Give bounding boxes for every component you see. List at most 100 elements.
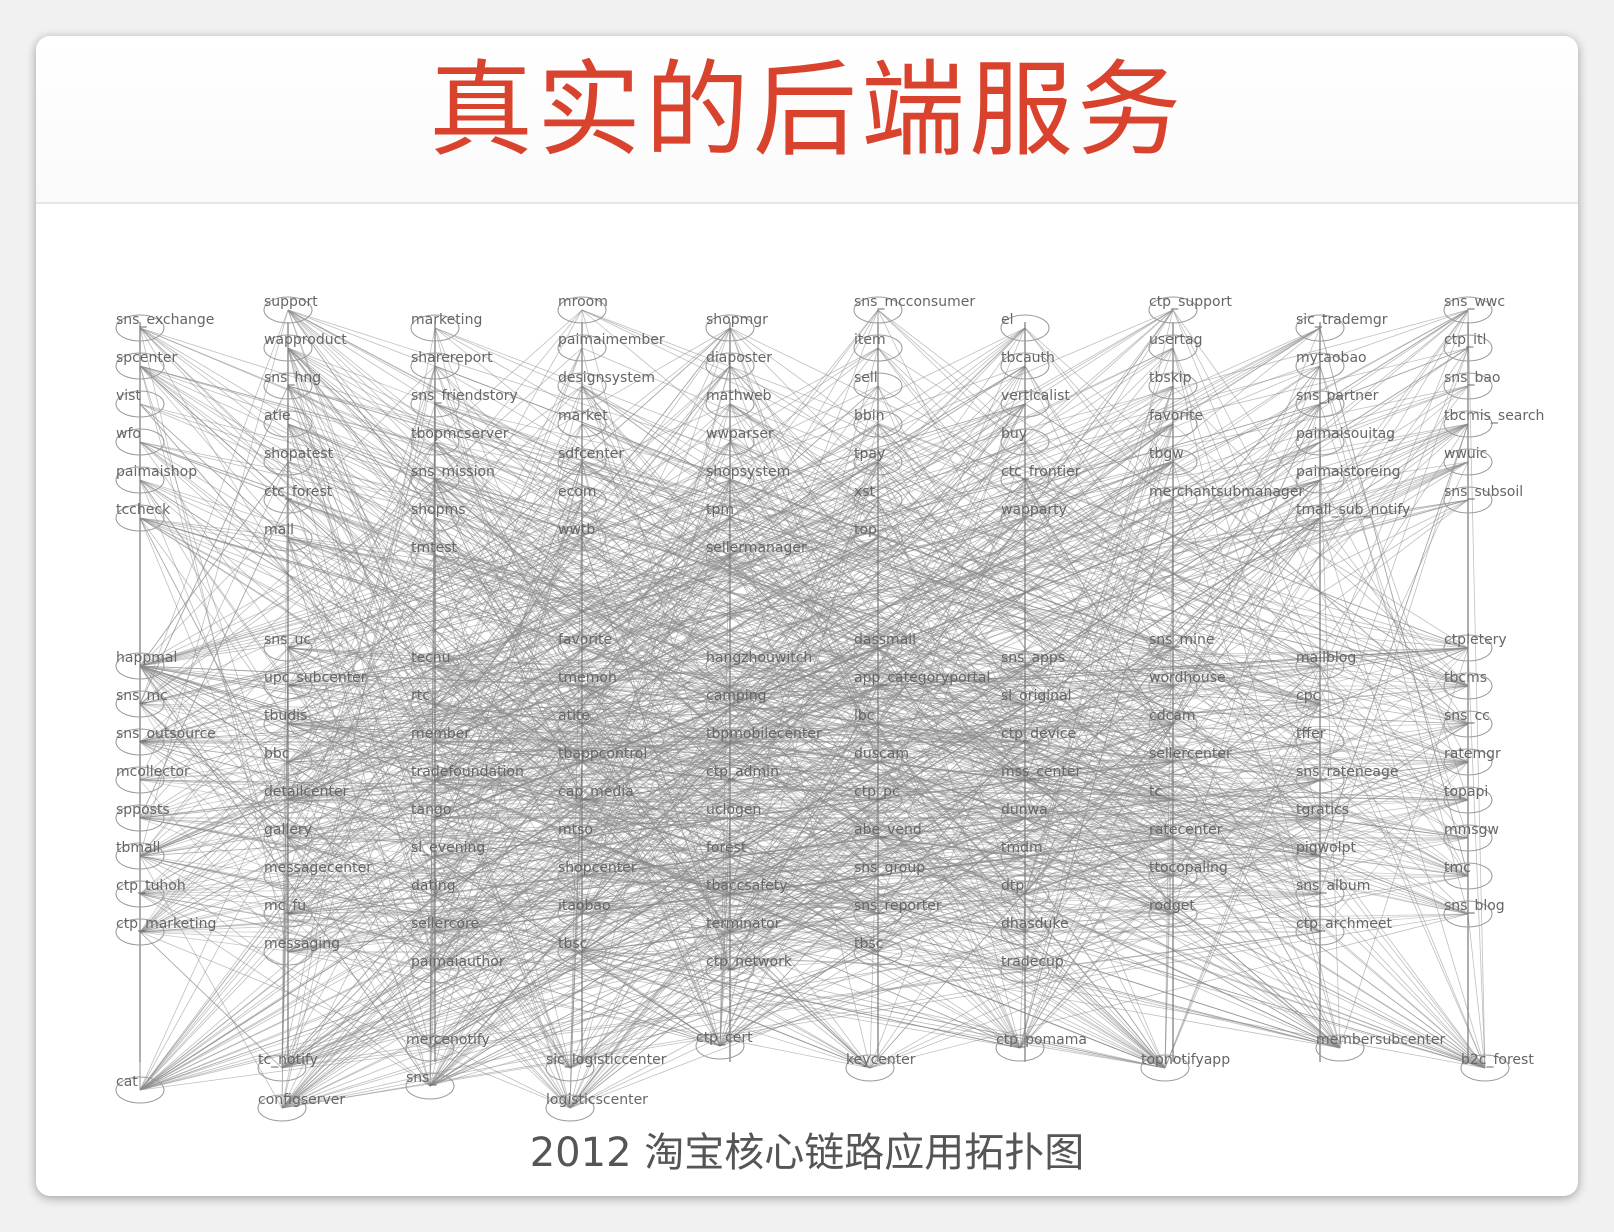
node-label: atie bbox=[264, 408, 291, 424]
node-label: cat bbox=[116, 1074, 138, 1090]
node-marketing: marketing bbox=[410, 312, 482, 342]
edge bbox=[139, 347, 1469, 667]
node-ctc-forest: ctc_forest bbox=[263, 484, 333, 514]
node-label: buy bbox=[1001, 426, 1027, 442]
edge bbox=[1024, 517, 1469, 877]
node-label: tbudis bbox=[264, 708, 307, 724]
node-label: sharereport bbox=[411, 350, 493, 366]
node-label: topapi bbox=[1444, 784, 1488, 800]
node-label: wwuic bbox=[1444, 446, 1487, 462]
node-label: tmall_sub_notify bbox=[1296, 502, 1410, 518]
node-label: pigwolpt bbox=[1296, 840, 1356, 856]
node-label: sic_trademgr bbox=[1296, 312, 1388, 328]
node-label: cap_media bbox=[558, 784, 634, 800]
node-designsystem: designsystem bbox=[557, 370, 655, 400]
node-label: ctp_itl bbox=[1444, 332, 1486, 348]
node-label: xst bbox=[854, 484, 876, 500]
node-label: sns_album bbox=[1296, 878, 1370, 894]
node-label: tbmall bbox=[116, 840, 160, 856]
node-label: ctp_tuhoh bbox=[116, 878, 186, 894]
node-paimaimember: paimaimember bbox=[557, 332, 665, 362]
node-label: support bbox=[264, 294, 318, 310]
node-label: keycenter bbox=[846, 1052, 916, 1068]
node-label: member bbox=[411, 726, 470, 742]
node-label: wapparty bbox=[1001, 502, 1067, 518]
slide-title: 真实的后端服务 bbox=[428, 49, 1185, 171]
node-wapproduct: wapproduct bbox=[263, 332, 347, 362]
node-label: wwtb bbox=[558, 522, 595, 538]
node-tbcauth: tbcauth bbox=[1000, 350, 1055, 380]
node-tbcmis-search: tbcmis_search bbox=[1443, 408, 1544, 438]
node-label: paimaistoreing bbox=[1296, 464, 1401, 480]
node-ctp-support: ctp_support bbox=[1148, 294, 1232, 324]
node-label: item bbox=[854, 332, 886, 348]
node-label: itaobao bbox=[558, 898, 611, 914]
node-label: tbopmcserver bbox=[411, 426, 509, 442]
node-label: sl_evening bbox=[411, 840, 485, 856]
node-tbopmcserver: tbopmcserver bbox=[410, 426, 509, 456]
node-label: configserver bbox=[258, 1092, 345, 1108]
node-sellercenter: sellercenter bbox=[1148, 746, 1232, 776]
node-label: shopcenter bbox=[558, 860, 637, 876]
node-label: tc bbox=[1149, 784, 1162, 800]
node-label: dtp bbox=[1001, 878, 1024, 894]
node-label: happmal bbox=[116, 650, 177, 666]
node-sns-subsoil: sns_subsoil bbox=[1443, 484, 1523, 514]
slide: 真实的后端服务 sns_exchange spcenter vist wfo paima… bbox=[36, 36, 1578, 1196]
node-mcollector: mcollector bbox=[115, 764, 190, 794]
node-label: sns_mission bbox=[411, 464, 495, 480]
node-label: sdfcenter bbox=[558, 446, 624, 462]
node-label: tbsc bbox=[558, 936, 587, 952]
node-mercenotify: mercenotify bbox=[405, 1032, 490, 1062]
node-label: forest bbox=[706, 840, 747, 856]
node-label: merchantsubmanager bbox=[1149, 484, 1304, 500]
node-label: tradecup bbox=[1001, 954, 1064, 970]
node-sns-bao: sns_bao bbox=[1443, 370, 1501, 400]
node-label: messagecenter bbox=[264, 860, 372, 876]
node-ctp-pomama: ctp_pomama bbox=[995, 1032, 1087, 1062]
node-label: verticalist bbox=[1001, 388, 1070, 404]
node-ctp-cert: ctp_cert bbox=[695, 1030, 753, 1060]
node-label: ctpletery bbox=[1444, 632, 1507, 648]
node-label: tffer bbox=[1296, 726, 1326, 742]
node-label: ctp_pomama bbox=[996, 1032, 1087, 1048]
node-label: tmdm bbox=[1001, 840, 1043, 856]
node-label: gallery bbox=[264, 822, 312, 838]
node-label: sl_original bbox=[1001, 688, 1072, 704]
node-label: dhasduke bbox=[1001, 916, 1069, 932]
node-label: bbin bbox=[854, 408, 885, 424]
node-label: wwparser bbox=[706, 426, 774, 442]
node-mroom: mroom bbox=[557, 294, 608, 324]
node-label: sns_friendstory bbox=[411, 388, 518, 404]
node-label: sic_logisticcenter bbox=[546, 1052, 667, 1068]
node-label: mmsgw bbox=[1444, 822, 1499, 838]
topology-diagram: sns_exchange spcenter vist wfo paimaishop tcc… bbox=[66, 242, 1566, 1152]
node-label: tgratics bbox=[1296, 802, 1349, 818]
node-label: dassmall bbox=[854, 632, 916, 648]
slide-header: 真实的后端服务 bbox=[36, 36, 1578, 204]
node-mmsgw: mmsgw bbox=[1443, 822, 1499, 852]
node-label: app_categoryportal bbox=[854, 670, 990, 686]
node-label: tbcauth bbox=[1001, 350, 1055, 366]
node-keycenter: keycenter bbox=[845, 1052, 916, 1082]
node-label: ctc_frontier bbox=[1001, 464, 1081, 480]
node-sharereport: sharereport bbox=[410, 350, 493, 380]
node-label: spposts bbox=[116, 802, 170, 818]
node-label: dunwa bbox=[1001, 802, 1048, 818]
node-label: paimaimember bbox=[558, 332, 665, 348]
node-label: tbcmis_search bbox=[1444, 408, 1544, 424]
node-label: messaging bbox=[264, 936, 340, 952]
node-sns-mcconsumer: sns_mcconsumer bbox=[853, 294, 975, 324]
node-label: sns_mcconsumer bbox=[854, 294, 975, 310]
node-label: dating bbox=[411, 878, 456, 894]
node-label: tpm bbox=[706, 502, 734, 518]
node-label: upc_subcenter bbox=[264, 670, 367, 686]
node-label: ctp_network bbox=[706, 954, 793, 970]
edges-layer bbox=[139, 309, 1486, 1109]
node-label: atite bbox=[558, 708, 590, 724]
node-label: sns_wwc bbox=[1444, 294, 1505, 310]
node-label: spcenter bbox=[116, 350, 177, 366]
node-label: mailblog bbox=[1296, 650, 1356, 666]
node-label: mtso bbox=[558, 822, 593, 838]
node-label: paimaiauthor bbox=[411, 954, 505, 970]
